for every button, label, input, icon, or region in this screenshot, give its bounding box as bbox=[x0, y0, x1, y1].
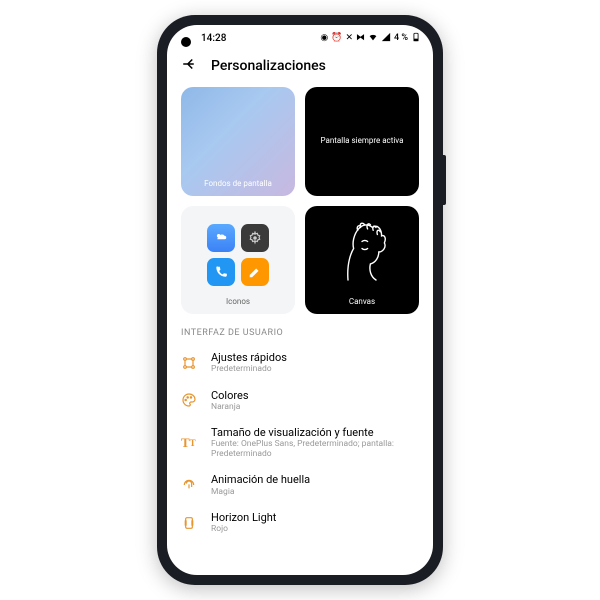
status-time: 14:28 bbox=[201, 33, 320, 44]
pencil-icon bbox=[241, 258, 269, 286]
list-title: Horizon Light bbox=[211, 511, 419, 524]
phone-frame: 14:28 ◉ ⏰ ✕ ⧓ 4 % P bbox=[157, 15, 443, 585]
card-canvas[interactable]: Canvas bbox=[305, 206, 419, 315]
list-sub: Rojo bbox=[211, 524, 419, 534]
dnd-icon: ◉ bbox=[320, 33, 328, 43]
horizon-light-icon bbox=[181, 515, 199, 531]
canvas-portrait-icon bbox=[327, 212, 397, 292]
back-button[interactable] bbox=[181, 55, 199, 77]
list-title: Colores bbox=[211, 389, 419, 402]
palette-icon bbox=[181, 392, 199, 408]
card-label: Canvas bbox=[349, 297, 375, 306]
card-icons[interactable]: Iconos bbox=[181, 206, 295, 315]
status-bar: 14:28 ◉ ⏰ ✕ ⧓ 4 % bbox=[167, 25, 433, 51]
icon-preview-grid bbox=[207, 224, 269, 286]
list-sub: Fuente: OnePlus Sans, Predeterminado; pa… bbox=[211, 439, 419, 459]
arrow-left-icon bbox=[181, 55, 199, 73]
bluetooth-icon: ⧓ bbox=[356, 33, 365, 43]
list-item-fingerprint-animation[interactable]: Animación de huella Magia bbox=[181, 466, 419, 503]
list-item-horizon-light[interactable]: Horizon Light Rojo bbox=[181, 504, 419, 541]
card-label: Fondos de pantalla bbox=[204, 179, 272, 188]
battery-icon bbox=[411, 32, 421, 45]
list-item-colors[interactable]: Colores Naranja bbox=[181, 382, 419, 419]
list-sub: Predeterminado bbox=[211, 364, 419, 374]
wifi-icon bbox=[368, 32, 378, 45]
list-title: Animación de huella bbox=[211, 473, 419, 486]
list-sub: Naranja bbox=[211, 402, 419, 412]
content: Fondos de pantalla Pantalla siempre acti… bbox=[167, 87, 433, 541]
list-title: Tamaño de visualización y fuente bbox=[211, 426, 419, 439]
card-label: Iconos bbox=[226, 297, 250, 306]
screen: 14:28 ◉ ⏰ ✕ ⧓ 4 % P bbox=[167, 25, 433, 575]
weather-icon bbox=[207, 224, 235, 252]
card-label: Pantalla siempre activa bbox=[321, 137, 404, 146]
quick-settings-icon bbox=[181, 355, 199, 371]
status-icons: ◉ ⏰ ✕ ⧓ 4 % bbox=[320, 32, 421, 45]
fingerprint-icon bbox=[181, 477, 199, 493]
card-always-on-display[interactable]: Pantalla siempre activa bbox=[305, 87, 419, 196]
title-row: Personalizaciones bbox=[167, 51, 433, 87]
camera-hole bbox=[181, 37, 191, 47]
battery-percent: 4 % bbox=[394, 33, 408, 43]
page-title: Personalizaciones bbox=[211, 58, 326, 74]
list-title: Ajustes rápidos bbox=[211, 351, 419, 364]
card-wallpaper[interactable]: Fondos de pantalla bbox=[181, 87, 295, 196]
section-label-ui: INTERFAZ DE USUARIO bbox=[181, 328, 419, 338]
phone-icon bbox=[207, 258, 235, 286]
card-grid: Fondos de pantalla Pantalla siempre acti… bbox=[181, 87, 419, 314]
signal-icon bbox=[381, 32, 391, 45]
list-sub: Magia bbox=[211, 487, 419, 497]
gear-icon bbox=[241, 224, 269, 252]
list-item-quick-settings[interactable]: Ajustes rápidos Predeterminado bbox=[181, 344, 419, 381]
alarm-icon: ⏰ bbox=[331, 33, 342, 43]
vibrate-icon: ✕ bbox=[345, 33, 353, 43]
list-item-font-size[interactable]: TT Tamaño de visualización y fuente Fuen… bbox=[181, 419, 419, 467]
font-size-icon: TT bbox=[181, 435, 199, 451]
